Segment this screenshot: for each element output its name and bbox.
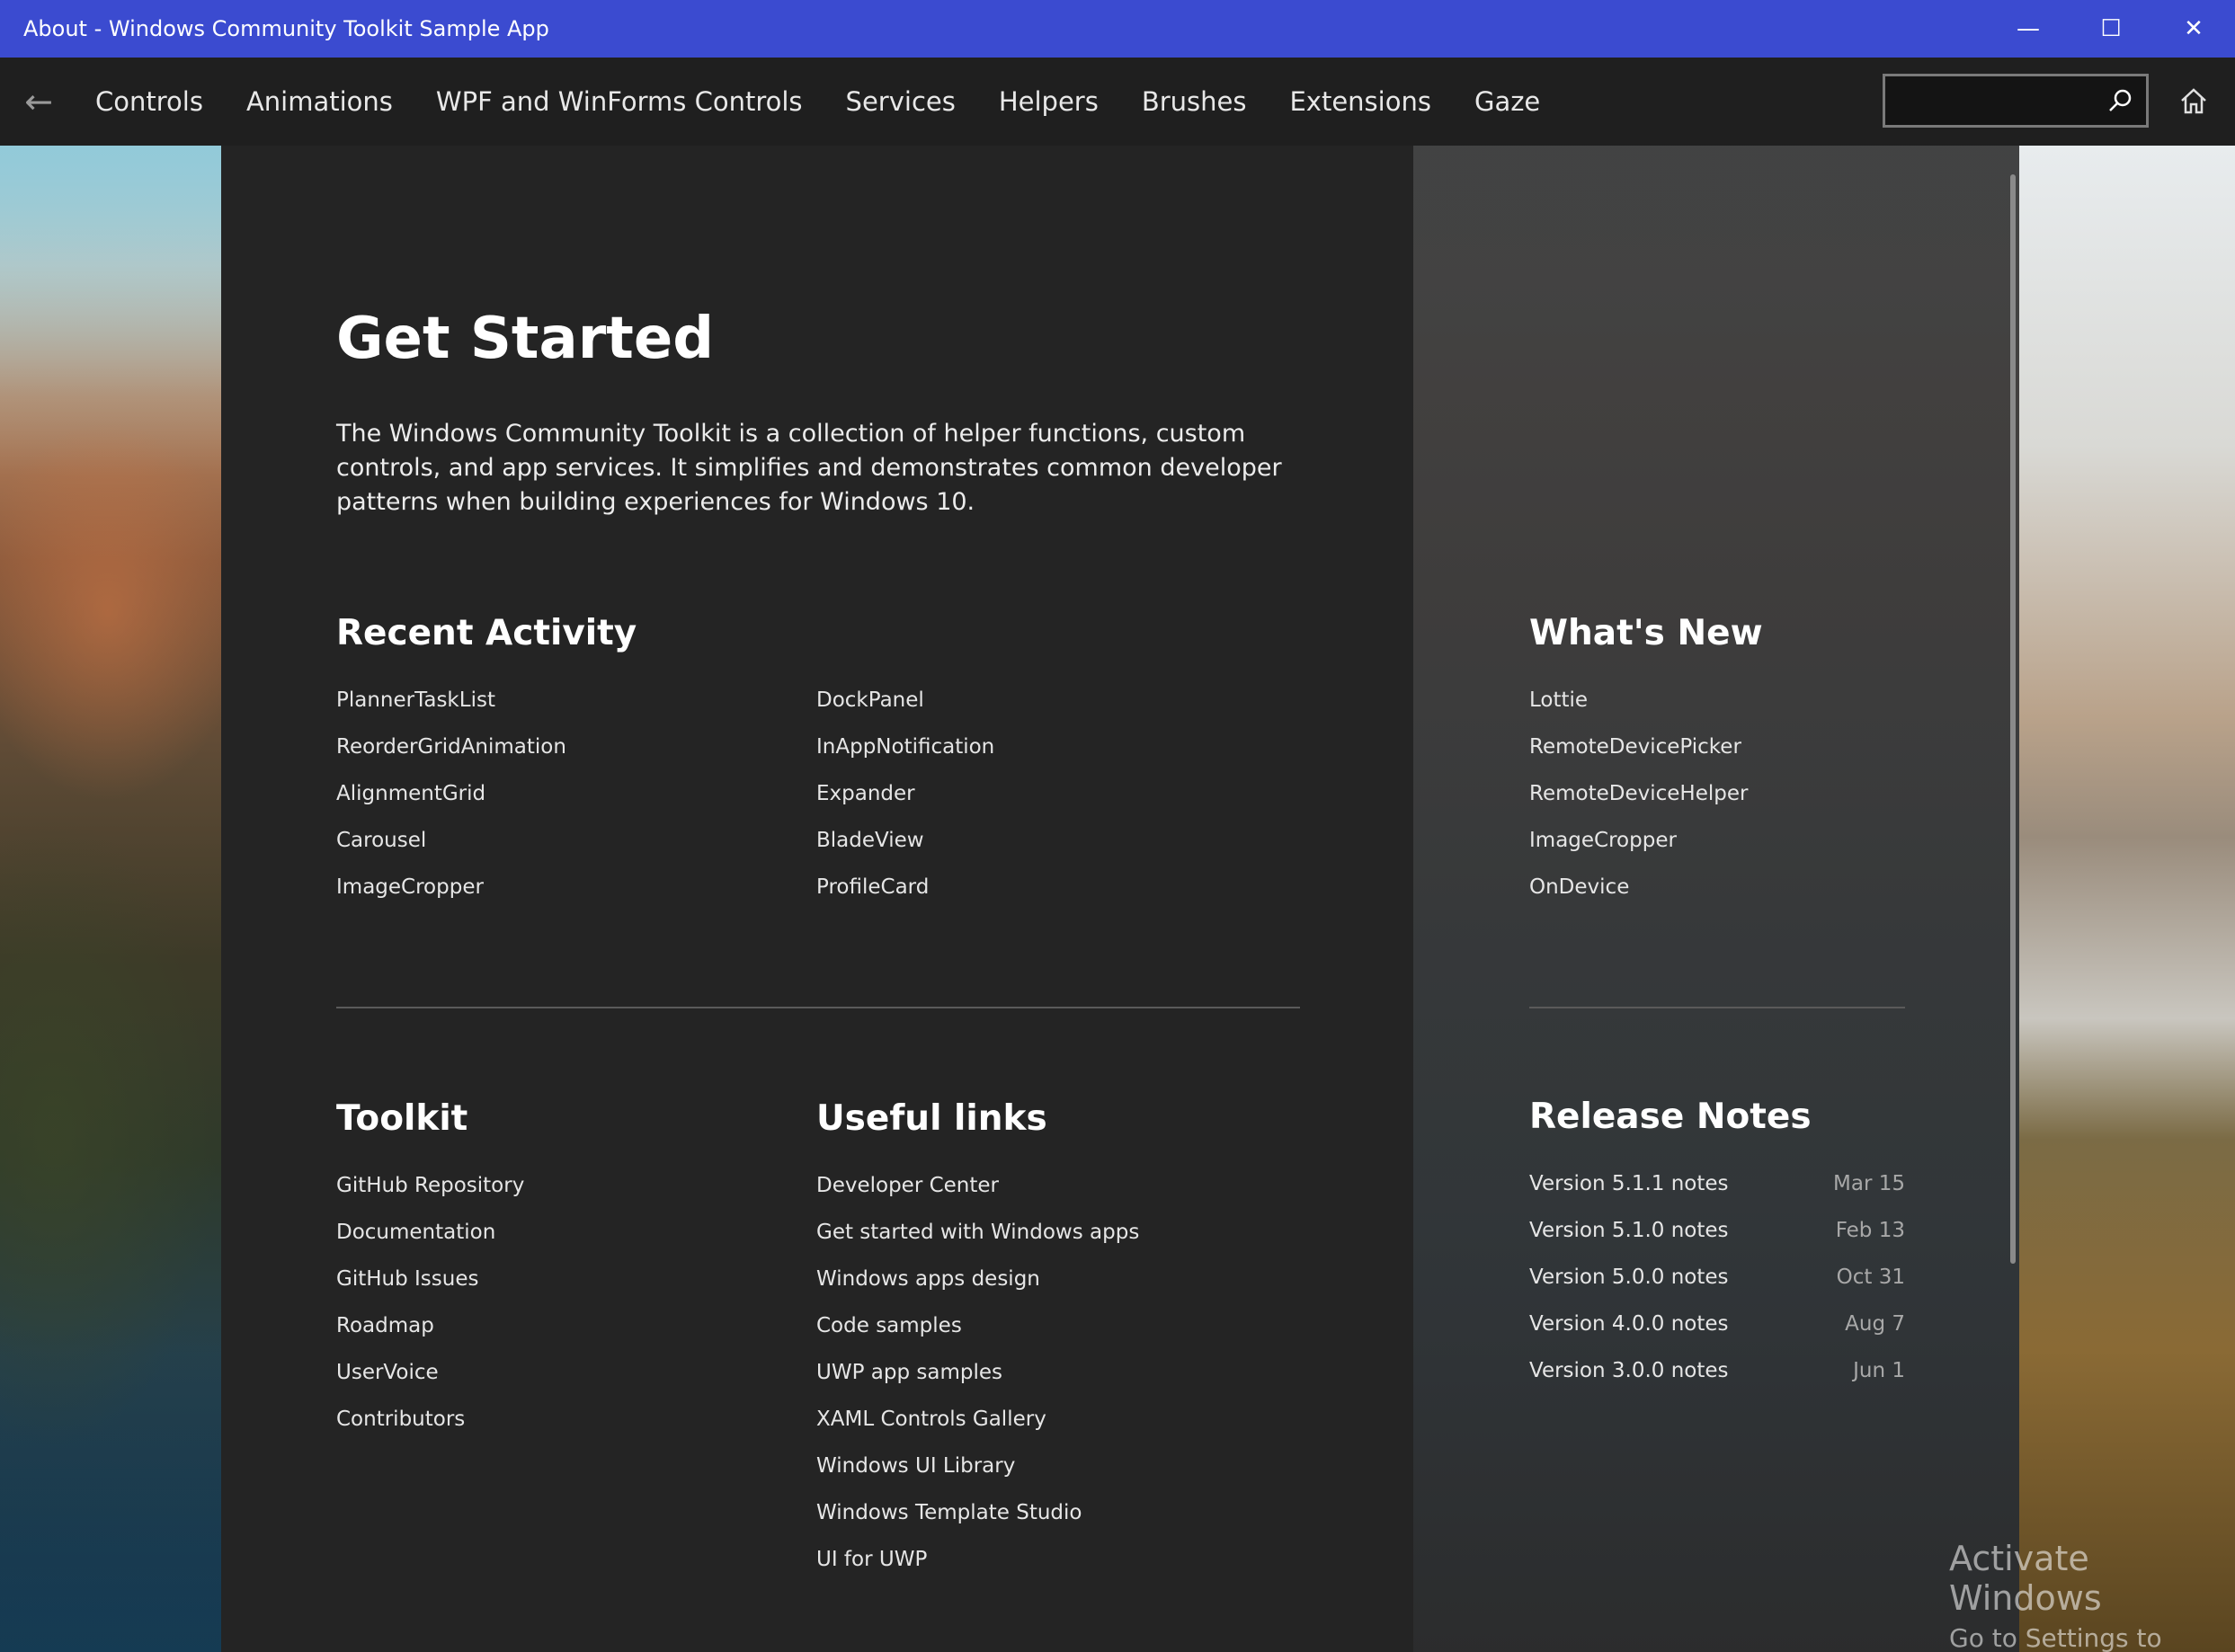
nav-item-wpf-winforms-controls[interactable]: WPF and WinForms Controls [436, 86, 803, 117]
close-button[interactable]: ✕ [2152, 0, 2235, 58]
nav-menu: Controls Animations WPF and WinForms Con… [77, 86, 1565, 117]
maximize-icon: ☐ [2100, 15, 2122, 42]
recent-activity-link[interactable]: InAppNotification [816, 735, 994, 782]
release-note-date: Jun 1 [1853, 1359, 1905, 1382]
recent-activity-link[interactable]: DockPanel [816, 688, 994, 735]
nav-item-extensions[interactable]: Extensions [1289, 86, 1430, 117]
release-note-link[interactable]: Version 3.0.0 notes [1529, 1359, 1729, 1406]
back-button[interactable]: ← [0, 58, 77, 146]
toolkit-link[interactable]: Documentation [336, 1221, 524, 1267]
useful-link[interactable]: Get started with Windows apps [816, 1221, 1139, 1267]
nav-item-services[interactable]: Services [846, 86, 956, 117]
whats-new-link[interactable]: RemoteDevicePicker [1529, 735, 1748, 782]
recent-activity-link[interactable]: PlannerTaskList [336, 688, 566, 735]
release-note-link[interactable]: Version 5.0.0 notes [1529, 1266, 1729, 1312]
whats-new-list: Lottie RemoteDevicePicker RemoteDeviceHe… [1529, 688, 1748, 922]
nav-item-brushes[interactable]: Brushes [1142, 86, 1247, 117]
title-bar[interactable]: About - Windows Community Toolkit Sample… [0, 0, 2235, 58]
release-note-link[interactable]: Version 5.1.1 notes [1529, 1172, 1729, 1219]
release-notes-list: Version 5.1.1 notes Mar 15 Version 5.1.0… [1529, 1172, 1905, 1406]
toolkit-link[interactable]: Contributors [336, 1408, 524, 1454]
recent-activity-link[interactable]: AlignmentGrid [336, 782, 566, 829]
useful-link[interactable]: Windows UI Library [816, 1454, 1139, 1501]
close-icon: ✕ [2184, 15, 2204, 42]
recent-activity-list-2: DockPanel InAppNotification Expander Bla… [816, 688, 994, 922]
release-note-date: Mar 15 [1833, 1172, 1905, 1195]
release-note-row[interactable]: Version 5.1.1 notes Mar 15 [1529, 1172, 1905, 1219]
app-window: About - Windows Community Toolkit Sample… [0, 0, 2235, 1652]
recent-activity-link[interactable]: Expander [816, 782, 994, 829]
recent-activity-link[interactable]: Carousel [336, 829, 566, 875]
search-icon[interactable] [2106, 87, 2133, 114]
home-icon [2181, 88, 2206, 114]
useful-link[interactable]: UWP app samples [816, 1361, 1139, 1408]
toolkit-link[interactable]: GitHub Repository [336, 1174, 524, 1221]
page-title: Get Started [336, 306, 715, 372]
release-note-date: Feb 13 [1835, 1219, 1905, 1242]
section-divider [1529, 1007, 1905, 1008]
useful-link[interactable]: Windows Template Studio [816, 1501, 1139, 1548]
navigation-bar: ← Controls Animations WPF and WinForms C… [0, 58, 2235, 146]
whats-new-link[interactable]: RemoteDeviceHelper [1529, 782, 1748, 829]
release-note-row[interactable]: Version 5.1.0 notes Feb 13 [1529, 1219, 1905, 1266]
search-box[interactable] [1883, 74, 2149, 128]
release-note-link[interactable]: Version 4.0.0 notes [1529, 1312, 1729, 1359]
search-input[interactable] [1885, 76, 2114, 125]
nav-item-animations[interactable]: Animations [246, 86, 393, 117]
toolkit-list: GitHub Repository Documentation GitHub I… [336, 1174, 524, 1454]
useful-links-list: Developer Center Get started with Window… [816, 1174, 1139, 1594]
toolkit-link[interactable]: UserVoice [336, 1361, 524, 1408]
home-button[interactable] [2167, 74, 2221, 128]
activation-watermark: Activate Windows Go to Settings to activ… [1949, 1539, 2235, 1652]
release-note-row[interactable]: Version 5.0.0 notes Oct 31 [1529, 1266, 1905, 1312]
toolkit-heading: Toolkit [336, 1098, 468, 1139]
intro-paragraph: The Windows Community Toolkit is a colle… [336, 420, 1282, 516]
background-landscape-left [0, 144, 225, 1652]
useful-link[interactable]: Windows apps design [816, 1267, 1139, 1314]
release-note-link[interactable]: Version 5.1.0 notes [1529, 1219, 1729, 1266]
recent-activity-link[interactable]: BladeView [816, 829, 994, 875]
recent-activity-link[interactable]: ProfileCard [816, 875, 994, 922]
toolkit-link[interactable]: Roadmap [336, 1314, 524, 1361]
nav-item-controls[interactable]: Controls [95, 86, 203, 117]
recent-activity-list-1: PlannerTaskList ReorderGridAnimation Ali… [336, 688, 566, 922]
nav-item-helpers[interactable]: Helpers [999, 86, 1099, 117]
whats-new-link[interactable]: Lottie [1529, 688, 1748, 735]
release-note-row[interactable]: Version 4.0.0 notes Aug 7 [1529, 1312, 1905, 1359]
background-landscape-right [2019, 144, 2235, 1652]
section-divider [336, 1007, 1300, 1008]
whats-new-link[interactable]: ImageCropper [1529, 829, 1748, 875]
toolkit-link[interactable]: GitHub Issues [336, 1267, 524, 1314]
recent-activity-heading: Recent Activity [336, 613, 637, 653]
recent-activity-link[interactable]: ReorderGridAnimation [336, 735, 566, 782]
window-title: About - Windows Community Toolkit Sample… [23, 16, 549, 41]
release-notes-heading: Release Notes [1529, 1097, 1812, 1137]
recent-activity-link[interactable]: ImageCropper [336, 875, 566, 922]
minimize-button[interactable]: — [1987, 0, 2070, 58]
useful-links-heading: Useful links [816, 1098, 1047, 1139]
whats-new-link[interactable]: OnDevice [1529, 875, 1748, 922]
release-note-date: Oct 31 [1836, 1266, 1905, 1289]
vertical-scrollbar[interactable] [2010, 174, 2016, 1264]
release-note-row[interactable]: Version 3.0.0 notes Jun 1 [1529, 1359, 1905, 1406]
whats-new-heading: What's New [1529, 613, 1763, 653]
release-note-date: Aug 7 [1845, 1312, 1905, 1336]
minimize-icon: — [2017, 15, 2040, 42]
useful-link[interactable]: Code samples [816, 1314, 1139, 1361]
useful-link[interactable]: UI for UWP [816, 1548, 1139, 1594]
watermark-line-1: Activate Windows [1949, 1539, 2102, 1618]
useful-link[interactable]: XAML Controls Gallery [816, 1408, 1139, 1454]
nav-item-gaze[interactable]: Gaze [1474, 86, 1540, 117]
useful-link[interactable]: Developer Center [816, 1174, 1139, 1221]
maximize-button[interactable]: ☐ [2070, 0, 2152, 58]
window-controls: — ☐ ✕ [1987, 0, 2235, 58]
back-arrow-icon: ← [24, 82, 53, 121]
watermark-line-2: Go to Settings to activate [1949, 1623, 2162, 1652]
